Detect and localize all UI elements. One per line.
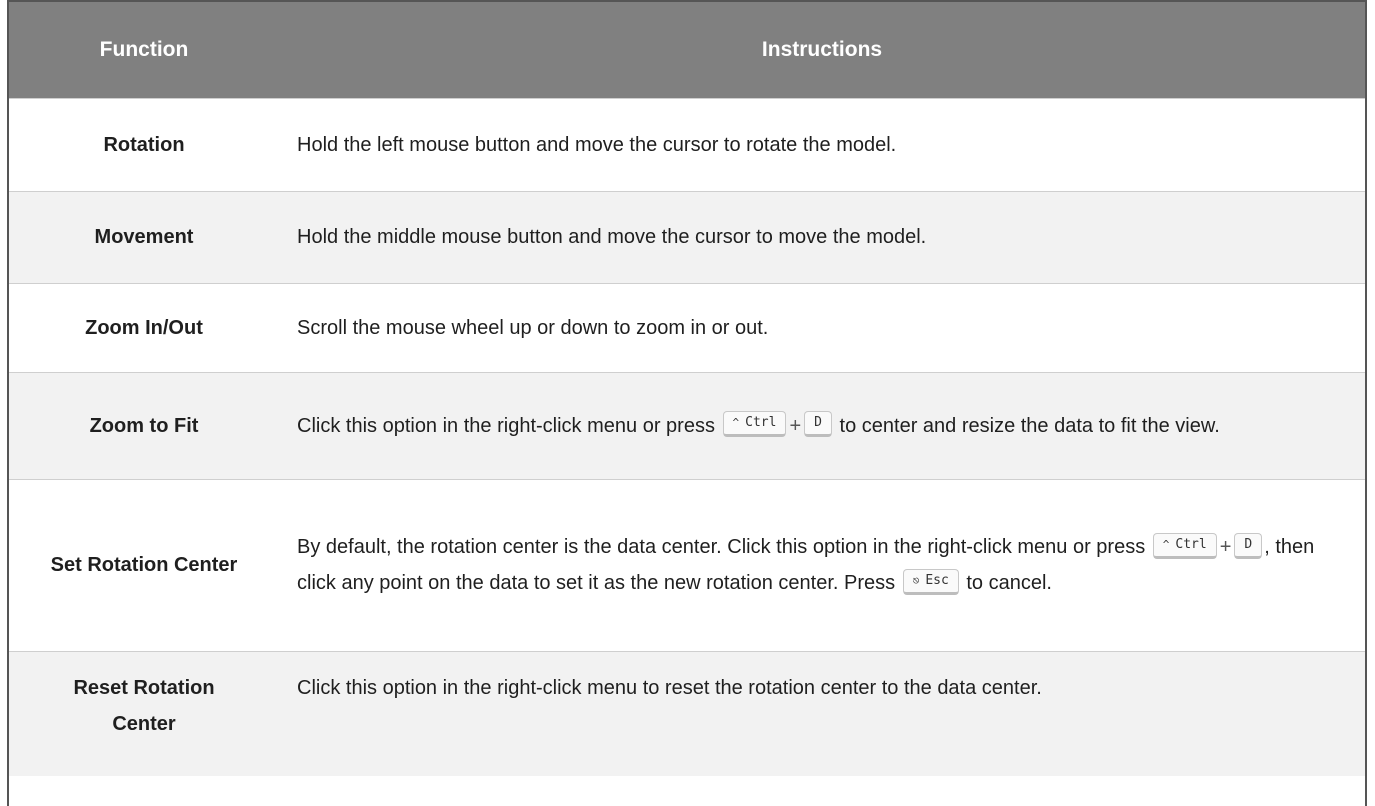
plus-sign: + <box>789 414 802 437</box>
header-instructions: Instructions <box>279 0 1365 98</box>
instructions-text: By default, the rotation center is the d… <box>297 536 1146 558</box>
ctrl-symbol-icon: ^ <box>732 416 740 430</box>
ctrl-key: ^ Ctrl <box>1152 532 1217 559</box>
esc-key-label: Esc <box>925 572 949 588</box>
ctrl-key-label: Ctrl <box>745 415 777 431</box>
instructions-cell: Click this option in the right-click men… <box>279 372 1365 479</box>
d-key: D <box>804 411 832 438</box>
function-cell: Zoom In/Out <box>85 316 203 339</box>
function-cell: Set Rotation Center <box>50 554 238 576</box>
table-row: Movement Hold the middle mouse button an… <box>9 191 1365 283</box>
table-row: Zoom to Fit Click this option in the rig… <box>9 372 1365 479</box>
table-header: Function Instructions <box>9 0 1365 98</box>
d-key: D <box>1234 532 1263 559</box>
header-function: Function <box>9 0 279 98</box>
table-row: Reset Rotation Center Click this option … <box>9 651 1365 776</box>
instructions-cell: Hold the left mouse button and move the … <box>297 133 897 156</box>
table-row: Set Rotation Center By default, the rota… <box>9 479 1365 651</box>
instructions-cell: Click this option in the right-click men… <box>297 676 1042 699</box>
esc-symbol-icon: ⎋ <box>912 573 920 587</box>
ctrl-key-label: Ctrl <box>1175 536 1207 552</box>
function-cell: Zoom to Fit <box>89 414 199 437</box>
plus-sign: + <box>1219 536 1232 558</box>
function-cell: Reset Rotation Center <box>73 676 215 735</box>
ctrl-symbol-icon: ^ <box>1162 537 1170 551</box>
function-cell: Movement <box>94 226 194 248</box>
instructions-text: to center and resize the data to fit the… <box>839 414 1220 437</box>
esc-key: ⎋ Esc <box>902 568 959 595</box>
instructions-cell: By default, the rotation center is the d… <box>279 479 1365 651</box>
function-cell: Rotation <box>103 133 185 156</box>
controls-table-container: Function Instructions Rotation Hold the … <box>7 0 1367 806</box>
header-row: Function Instructions <box>9 0 1365 98</box>
table-row: Zoom In/Out Scroll the mouse wheel up or… <box>9 283 1365 372</box>
instructions-cell: Scroll the mouse wheel up or down to zoo… <box>297 316 769 339</box>
ctrl-key: ^ Ctrl <box>722 411 787 438</box>
instructions-text: Click this option in the right-click men… <box>297 414 715 437</box>
controls-table: Function Instructions Rotation Hold the … <box>9 0 1365 776</box>
table-row: Rotation Hold the left mouse button and … <box>9 98 1365 191</box>
instructions-cell: Hold the middle mouse button and move th… <box>297 226 927 248</box>
instructions-text: to cancel. <box>966 572 1052 594</box>
